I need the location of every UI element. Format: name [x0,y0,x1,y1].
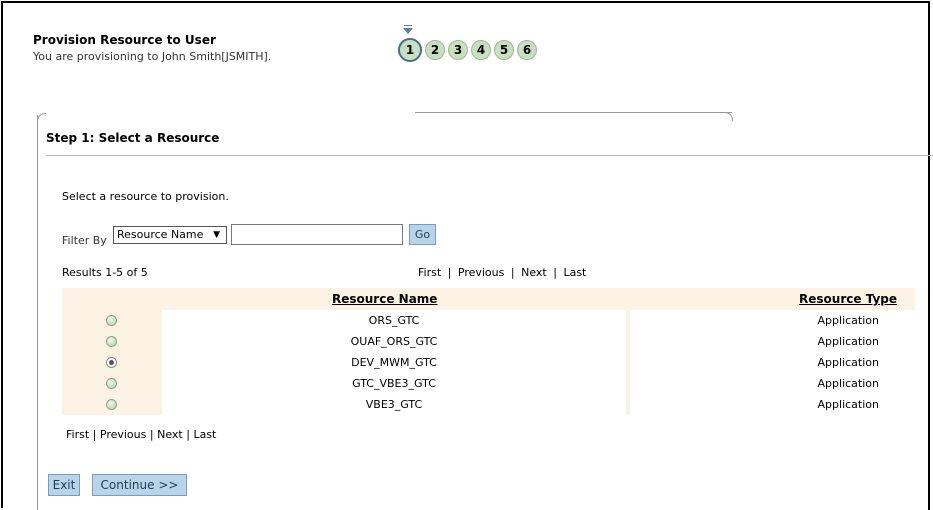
row-radio[interactable] [106,336,117,347]
row-select-cell [62,394,162,415]
window-frame-edge [928,1,930,510]
section-divider [46,155,933,156]
train-step-4[interactable]: 4 [471,40,491,60]
pagination-top: First | Previous | Next | Last [418,266,586,279]
continue-button[interactable]: Continue >> [92,474,187,496]
row-radio[interactable] [106,315,117,326]
row-radio-selected[interactable] [106,357,117,368]
row-select-cell [62,331,162,352]
table-row: OUAF_ORS_GTC Application [62,331,915,352]
next-link[interactable]: Next [521,266,547,279]
resource-type-cell: Application [630,352,915,373]
last-link[interactable]: Last [193,428,216,441]
row-select-cell [62,310,162,331]
table-header: Resource Name Resource Type [62,288,915,310]
train-step-5[interactable]: 5 [494,40,514,60]
page-title: Provision Resource to User [33,33,216,47]
nav-separator: | [186,428,190,441]
exit-button[interactable]: Exit [48,474,80,496]
page-subtitle: You are provisioning to John Smith[JSMIT… [33,50,272,63]
filter-label: Filter By [62,234,107,247]
train-step-2[interactable]: 2 [425,40,445,60]
column-header-resource-type[interactable]: Resource Type [799,292,897,306]
nav-separator: | [92,428,97,441]
resource-name-cell: VBE3_GTC [162,394,626,415]
current-step-marker-bar [404,25,412,26]
train-step-6[interactable]: 6 [517,40,537,60]
resource-name-cell: OUAF_ORS_GTC [162,331,626,352]
nav-separator: | [553,266,557,279]
filter-by-select[interactable]: Resource Name ▼ [113,226,227,244]
table-row: DEV_MWM_GTC Application [62,352,915,373]
content-box-top-border [415,112,732,113]
row-select-cell [62,352,162,373]
previous-link[interactable]: Previous [100,428,147,441]
row-select-cell [62,373,162,394]
content-box-corner [37,113,46,122]
train-step-3[interactable]: 3 [448,40,468,60]
resource-name-cell: GTC_VBE3_GTC [162,373,626,394]
filter-input[interactable] [231,224,403,245]
resource-type-cell: Application [630,331,915,352]
first-link[interactable]: First [418,266,441,279]
content-box-border [37,115,38,510]
row-radio[interactable] [106,399,117,410]
first-link[interactable]: First [66,428,89,441]
table-row: GTC_VBE3_GTC Application [62,373,915,394]
resource-type-cell: Application [630,373,915,394]
last-link[interactable]: Last [563,266,586,279]
nav-separator: | [149,428,154,441]
table-row: VBE3_GTC Application [62,394,915,415]
column-header-resource-name[interactable]: Resource Name [332,292,437,306]
resource-table: Resource Name Resource Type ORS_GTC Appl… [62,288,915,415]
table-row: ORS_GTC Application [62,310,915,331]
instructions-text: Select a resource to provision. [62,190,229,203]
previous-link[interactable]: Previous [458,266,505,279]
next-link[interactable]: Next [157,428,183,441]
results-summary: Results 1-5 of 5 [62,266,148,279]
nav-separator: | [447,266,452,279]
dropdown-arrow-icon: ▼ [213,230,220,240]
go-button[interactable]: Go [409,224,436,245]
resource-name-cell: ORS_GTC [162,310,626,331]
row-radio[interactable] [106,378,117,389]
resource-type-cell: Application [630,310,915,331]
resource-type-cell: Application [630,394,915,415]
current-step-marker-icon [403,28,413,34]
step-title: Step 1: Select a Resource [46,131,220,145]
pagination-bottom: First | Previous | Next | Last [66,428,216,441]
step-train: 1 2 3 4 5 6 [398,38,537,62]
filter-select-value: Resource Name [117,228,204,241]
train-step-1[interactable]: 1 [398,38,422,62]
nav-separator: | [510,266,515,279]
resource-name-cell: DEV_MWM_GTC [162,352,626,373]
